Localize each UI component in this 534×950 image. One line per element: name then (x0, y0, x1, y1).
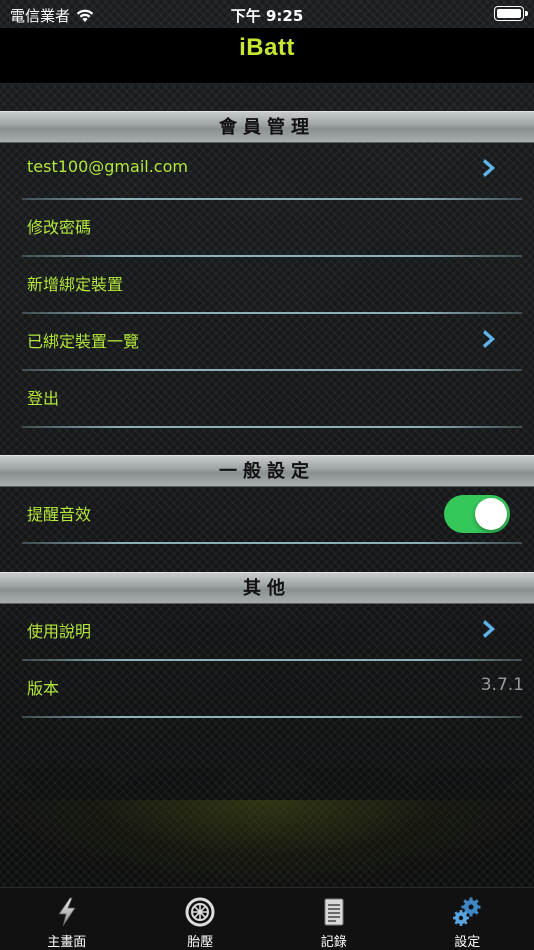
row-version: 版本 3.7.1 (0, 661, 534, 718)
section-header-member: 會員管理 (0, 111, 534, 143)
alert-sound-toggle[interactable] (444, 495, 510, 533)
logout-label: 登出 (27, 389, 60, 408)
row-divider (22, 716, 522, 718)
navigation-bar: iBatt (0, 28, 534, 84)
status-bar: 電信業者 下午 9:25 (0, 0, 534, 28)
row-logout[interactable]: 登出 (0, 371, 534, 428)
row-add-device[interactable]: 新增綁定裝置 (0, 257, 534, 314)
tab-home[interactable]: 主畫面 (0, 888, 134, 950)
row-bound-devices[interactable]: 已綁定裝置一覽 (0, 314, 534, 371)
document-icon (324, 898, 344, 926)
gears-icon (453, 897, 481, 926)
status-time: 下午 9:25 (230, 7, 304, 25)
app-title: iBatt (239, 34, 295, 61)
add-device-label: 新增綁定裝置 (27, 275, 124, 294)
bound-devices-label: 已綁定裝置一覽 (27, 332, 140, 351)
row-change-password[interactable]: 修改密碼 (0, 200, 534, 257)
battery-icon (494, 6, 528, 21)
chevron-right-icon (483, 330, 495, 348)
tab-home-label: 主畫面 (47, 935, 87, 950)
section-header-general: 一般設定 (0, 455, 534, 487)
version-label: 版本 (27, 679, 60, 698)
row-alert-sound: 提醒音效 (0, 487, 534, 544)
toggle-knob (475, 498, 507, 530)
help-label: 使用說明 (27, 622, 92, 641)
row-account-email[interactable]: test100@gmail.com (0, 143, 534, 200)
row-divider (22, 426, 522, 428)
tab-tire-pressure[interactable]: 胎壓 (134, 888, 268, 950)
tab-settings-label: 設定 (454, 935, 481, 950)
tab-records-label: 記錄 (320, 935, 347, 950)
tire-icon (185, 897, 215, 927)
lightning-icon (57, 897, 76, 927)
chevron-right-icon (483, 620, 495, 638)
row-help[interactable]: 使用說明 (0, 604, 534, 661)
chevron-right-icon (483, 159, 495, 177)
tab-records[interactable]: 記錄 (267, 888, 401, 950)
row-divider (22, 542, 522, 544)
bottom-glow (0, 800, 534, 888)
version-value: 3.7.1 (480, 675, 524, 695)
settings-screen: 電信業者 下午 9:25 iBatt 會員管理 test100@gmail.co… (0, 0, 534, 950)
tab-settings[interactable]: 設定 (401, 888, 534, 950)
account-email-label: test100@gmail.com (27, 157, 188, 176)
alert-sound-label: 提醒音效 (27, 505, 92, 524)
tab-bar: 主畫面 胎壓 記錄 設定 (0, 887, 534, 950)
section-header-other: 其他 (0, 572, 534, 604)
tab-tire-pressure-label: 胎壓 (187, 935, 214, 950)
change-password-label: 修改密碼 (27, 218, 92, 237)
